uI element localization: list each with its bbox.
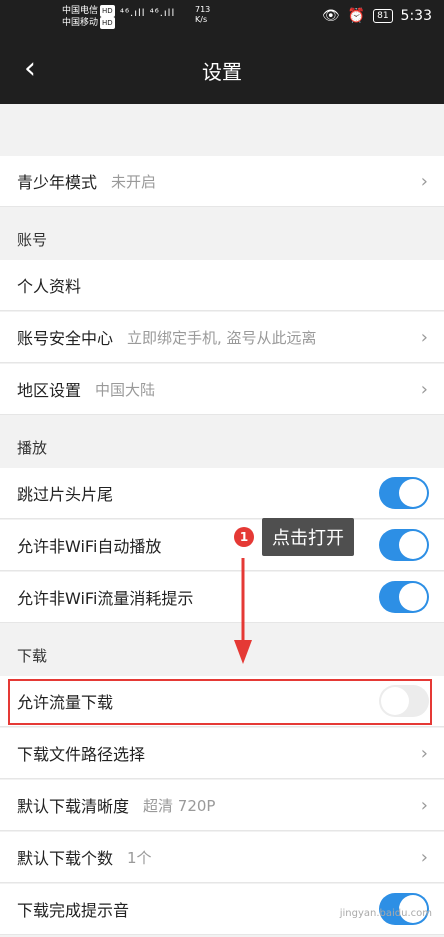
youth-mode-row[interactable]: 青少年模式 未开启 › bbox=[0, 156, 444, 207]
non-wifi-tip-row: 允许非WiFi流量消耗提示 bbox=[0, 572, 444, 623]
download-section-label: 下载 bbox=[17, 647, 48, 665]
download-section-header: 下载 bbox=[0, 623, 444, 674]
step-badge: 1 bbox=[234, 527, 254, 547]
account-section-label: 账号 bbox=[17, 231, 48, 249]
hd-badge-2: HD bbox=[100, 17, 115, 29]
security-value: 立即绑定手机, 盗号从此远离 bbox=[127, 328, 317, 347]
tip-label: 点击打开 bbox=[262, 518, 354, 556]
default-count-label: 默认下载个数 bbox=[17, 849, 114, 868]
status-right: 👁 ⏰ 81 5:33 bbox=[322, 8, 432, 24]
status-bar: 中国电信 HD 中国移动 HD ⁴⁶.ıll ⁴⁶.ıll 713 K/s 👁 ⏰ … bbox=[0, 0, 444, 36]
profile-row[interactable]: 个人资料 bbox=[0, 260, 444, 311]
profile-label: 个人资料 bbox=[17, 277, 82, 296]
default-quality-row[interactable]: 默认下载清晰度 超清 720P › bbox=[0, 780, 444, 831]
default-quality-value: 超清 720P bbox=[143, 796, 216, 815]
battery-icon: 81 bbox=[373, 9, 393, 23]
page-title: 设置 bbox=[202, 60, 242, 84]
arrow-down-icon bbox=[234, 558, 252, 664]
region-row[interactable]: 地区设置 中国大陆 › bbox=[0, 364, 444, 415]
chevron-right-icon: › bbox=[420, 170, 428, 192]
region-value: 中国大陆 bbox=[95, 380, 156, 399]
skip-intro-toggle[interactable] bbox=[379, 477, 429, 509]
alarm-icon: ⏰ bbox=[347, 8, 366, 24]
non-wifi-tip-label: 允许非WiFi流量消耗提示 bbox=[17, 589, 194, 608]
default-count-value: 1个 bbox=[127, 848, 152, 867]
chevron-right-icon: › bbox=[420, 326, 428, 348]
eye-icon: 👁 bbox=[321, 8, 340, 24]
chevron-right-icon: › bbox=[420, 378, 428, 400]
highlight-box bbox=[8, 679, 432, 725]
time: 5:33 bbox=[400, 8, 432, 24]
account-section-header: 账号 bbox=[0, 207, 444, 258]
speed-unit: K/s bbox=[195, 15, 208, 24]
chevron-right-icon: › bbox=[420, 846, 428, 868]
play-section-header: 播放 bbox=[0, 415, 444, 466]
non-wifi-tip-toggle[interactable] bbox=[379, 581, 429, 613]
chevron-right-icon: › bbox=[420, 742, 428, 764]
download-path-row[interactable]: 下载文件路径选择 › bbox=[0, 728, 444, 779]
play-section-label: 播放 bbox=[17, 439, 48, 457]
network-speed: 713 K/s bbox=[195, 5, 210, 25]
youth-mode-value: 未开启 bbox=[111, 172, 157, 191]
skip-intro-row: 跳过片头片尾 bbox=[0, 468, 444, 519]
download-path-label: 下载文件路径选择 bbox=[17, 745, 146, 764]
security-row[interactable]: 账号安全中心 立即绑定手机, 盗号从此远离 › bbox=[0, 312, 444, 363]
skip-intro-label: 跳过片头片尾 bbox=[17, 485, 114, 504]
watermark: jingyan.baidu.com bbox=[339, 908, 432, 919]
app-header: ‹ 设置 bbox=[0, 36, 444, 104]
carrier-2: 中国移动 bbox=[62, 18, 99, 28]
region-label: 地区设置 bbox=[17, 381, 82, 400]
carrier-info: 中国电信 HD 中国移动 HD bbox=[62, 5, 115, 29]
non-wifi-autoplay-label: 允许非WiFi自动播放 bbox=[17, 537, 162, 556]
hd-badge-1: HD bbox=[100, 5, 115, 17]
security-label: 账号安全中心 bbox=[17, 329, 114, 348]
carrier-1: 中国电信 bbox=[62, 6, 99, 16]
speed-value: 713 bbox=[195, 5, 211, 14]
signal-icon: ⁴⁶.ıll ⁴⁶.ıll bbox=[120, 8, 176, 19]
download-sound-label: 下载完成提示音 bbox=[17, 901, 130, 920]
default-count-row[interactable]: 默认下载个数 1个 › bbox=[0, 832, 444, 883]
non-wifi-autoplay-toggle[interactable] bbox=[379, 529, 429, 561]
non-wifi-autoplay-row: 允许非WiFi自动播放 bbox=[0, 520, 444, 571]
chevron-right-icon: › bbox=[420, 794, 428, 816]
youth-mode-label: 青少年模式 bbox=[17, 173, 98, 192]
default-quality-label: 默认下载清晰度 bbox=[17, 797, 130, 816]
